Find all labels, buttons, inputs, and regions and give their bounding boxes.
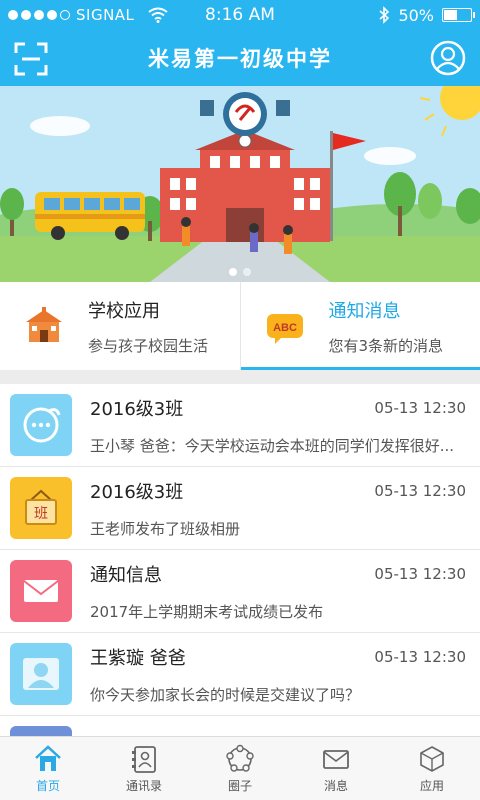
person-icon [10, 643, 72, 705]
nav-circle[interactable]: 圈子 [192, 737, 288, 800]
page-title: 米易第一初级中学 [148, 47, 332, 71]
message-preview: 王老师发布了班级相册 [90, 519, 241, 538]
tab-title: 学校应用 [88, 300, 160, 322]
nav-label: 圈子 [227, 778, 252, 793]
message-title: 通知信息 [90, 564, 162, 586]
battery-icon [442, 8, 475, 22]
message-preview: 2017年上学期期末考试成绩已发布 [90, 602, 324, 621]
nav-apps[interactable]: 应用 [384, 737, 480, 800]
abc-chat-icon: ABC [266, 314, 303, 344]
tab-notifications[interactable]: ABC 通知消息 您有3条新的消息 [239, 282, 480, 379]
carousel-dot[interactable] [229, 268, 237, 276]
message-title: 王紫璇 爸爸 [90, 647, 186, 669]
scan-icon[interactable] [14, 42, 48, 76]
contacts-book-icon [132, 745, 156, 773]
school-building-icon [26, 307, 62, 342]
chat-bubble-icon [10, 394, 72, 456]
nav-label: 通讯录 [125, 778, 162, 793]
bottom-navigation: 首页 通讯录 圈子 消息 应用 [0, 736, 480, 800]
bluetooth-icon [379, 6, 390, 24]
message-row[interactable]: 班 2016级3班 05-13 12:30 王老师发布了班级相册 [0, 467, 480, 550]
top-bar: SIGNAL 8:16 AM 50% 米易第一初级中学 [0, 0, 480, 86]
signal-strength-icon [8, 10, 70, 20]
nav-label: 消息 [323, 778, 348, 793]
nav-label: 应用 [419, 778, 444, 793]
banner-carousel[interactable] [0, 86, 480, 282]
svg-text:ABC: ABC [273, 322, 297, 334]
nav-messages[interactable]: 消息 [288, 737, 384, 800]
nav-label: 首页 [35, 778, 60, 793]
app-header: 米易第一初级中学 [0, 30, 480, 86]
envelope-icon [10, 560, 72, 622]
user-profile-icon[interactable] [430, 40, 466, 76]
message-row[interactable]: 通知信息 05-13 12:30 2017年上学期期末考试成绩已发布 [0, 550, 480, 633]
tab-subtitle: 您有3条新的消息 [328, 336, 444, 355]
nav-home[interactable]: 首页 [0, 737, 96, 800]
apps-cube-icon [420, 745, 444, 772]
message-title: 2016级3班 [90, 398, 184, 420]
mail-icon [323, 749, 349, 769]
circle-group-icon [226, 744, 254, 772]
carrier-name: SIGNAL [76, 6, 135, 24]
nav-contacts[interactable]: 通讯录 [96, 737, 192, 800]
school-illustration [0, 86, 480, 282]
message-preview: 王小琴 爸爸：今天学校运动会本班的同学们发挥很好... [90, 436, 455, 455]
message-list: 2016级3班 05-13 12:30 王小琴 爸爸：今天学校运动会本班的同学们… [0, 384, 480, 736]
section-tabs: 学校应用 参与孩子校园生活 ABC 通知消息 您有3条新的消息 [0, 282, 480, 379]
message-row[interactable]: 2016级3班 05-13 12:30 王小琴 爸爸：今天学校运动会本班的同学们… [0, 384, 480, 467]
message-time: 05-13 12:30 [374, 564, 466, 583]
message-row-partial[interactable] [0, 716, 480, 736]
message-time: 05-13 12:30 [374, 398, 466, 417]
carousel-dot[interactable] [243, 268, 251, 276]
battery-percent: 50% [398, 5, 434, 25]
tab-school-apps[interactable]: 学校应用 参与孩子校园生活 [0, 282, 240, 370]
partial-avatar [10, 726, 72, 736]
message-time: 05-13 12:30 [374, 481, 466, 500]
tab-subtitle: 参与孩子校园生活 [88, 336, 209, 355]
message-title: 2016级3班 [90, 481, 184, 503]
home-icon [35, 744, 61, 771]
svg-text:班: 班 [34, 506, 48, 522]
status-bar: SIGNAL 8:16 AM 50% [0, 0, 480, 30]
tab-title: 通知消息 [328, 300, 401, 322]
message-preview: 你今天参加家长会的时候是交建议了吗？ [90, 685, 361, 704]
class-sign-icon: 班 [10, 477, 72, 539]
message-row[interactable]: 王紫璇 爸爸 05-13 12:30 你今天参加家长会的时候是交建议了吗？ [0, 633, 480, 716]
wifi-icon [148, 7, 169, 23]
message-time: 05-13 12:30 [374, 647, 466, 666]
carousel-indicator [0, 268, 480, 276]
section-divider [0, 370, 480, 384]
